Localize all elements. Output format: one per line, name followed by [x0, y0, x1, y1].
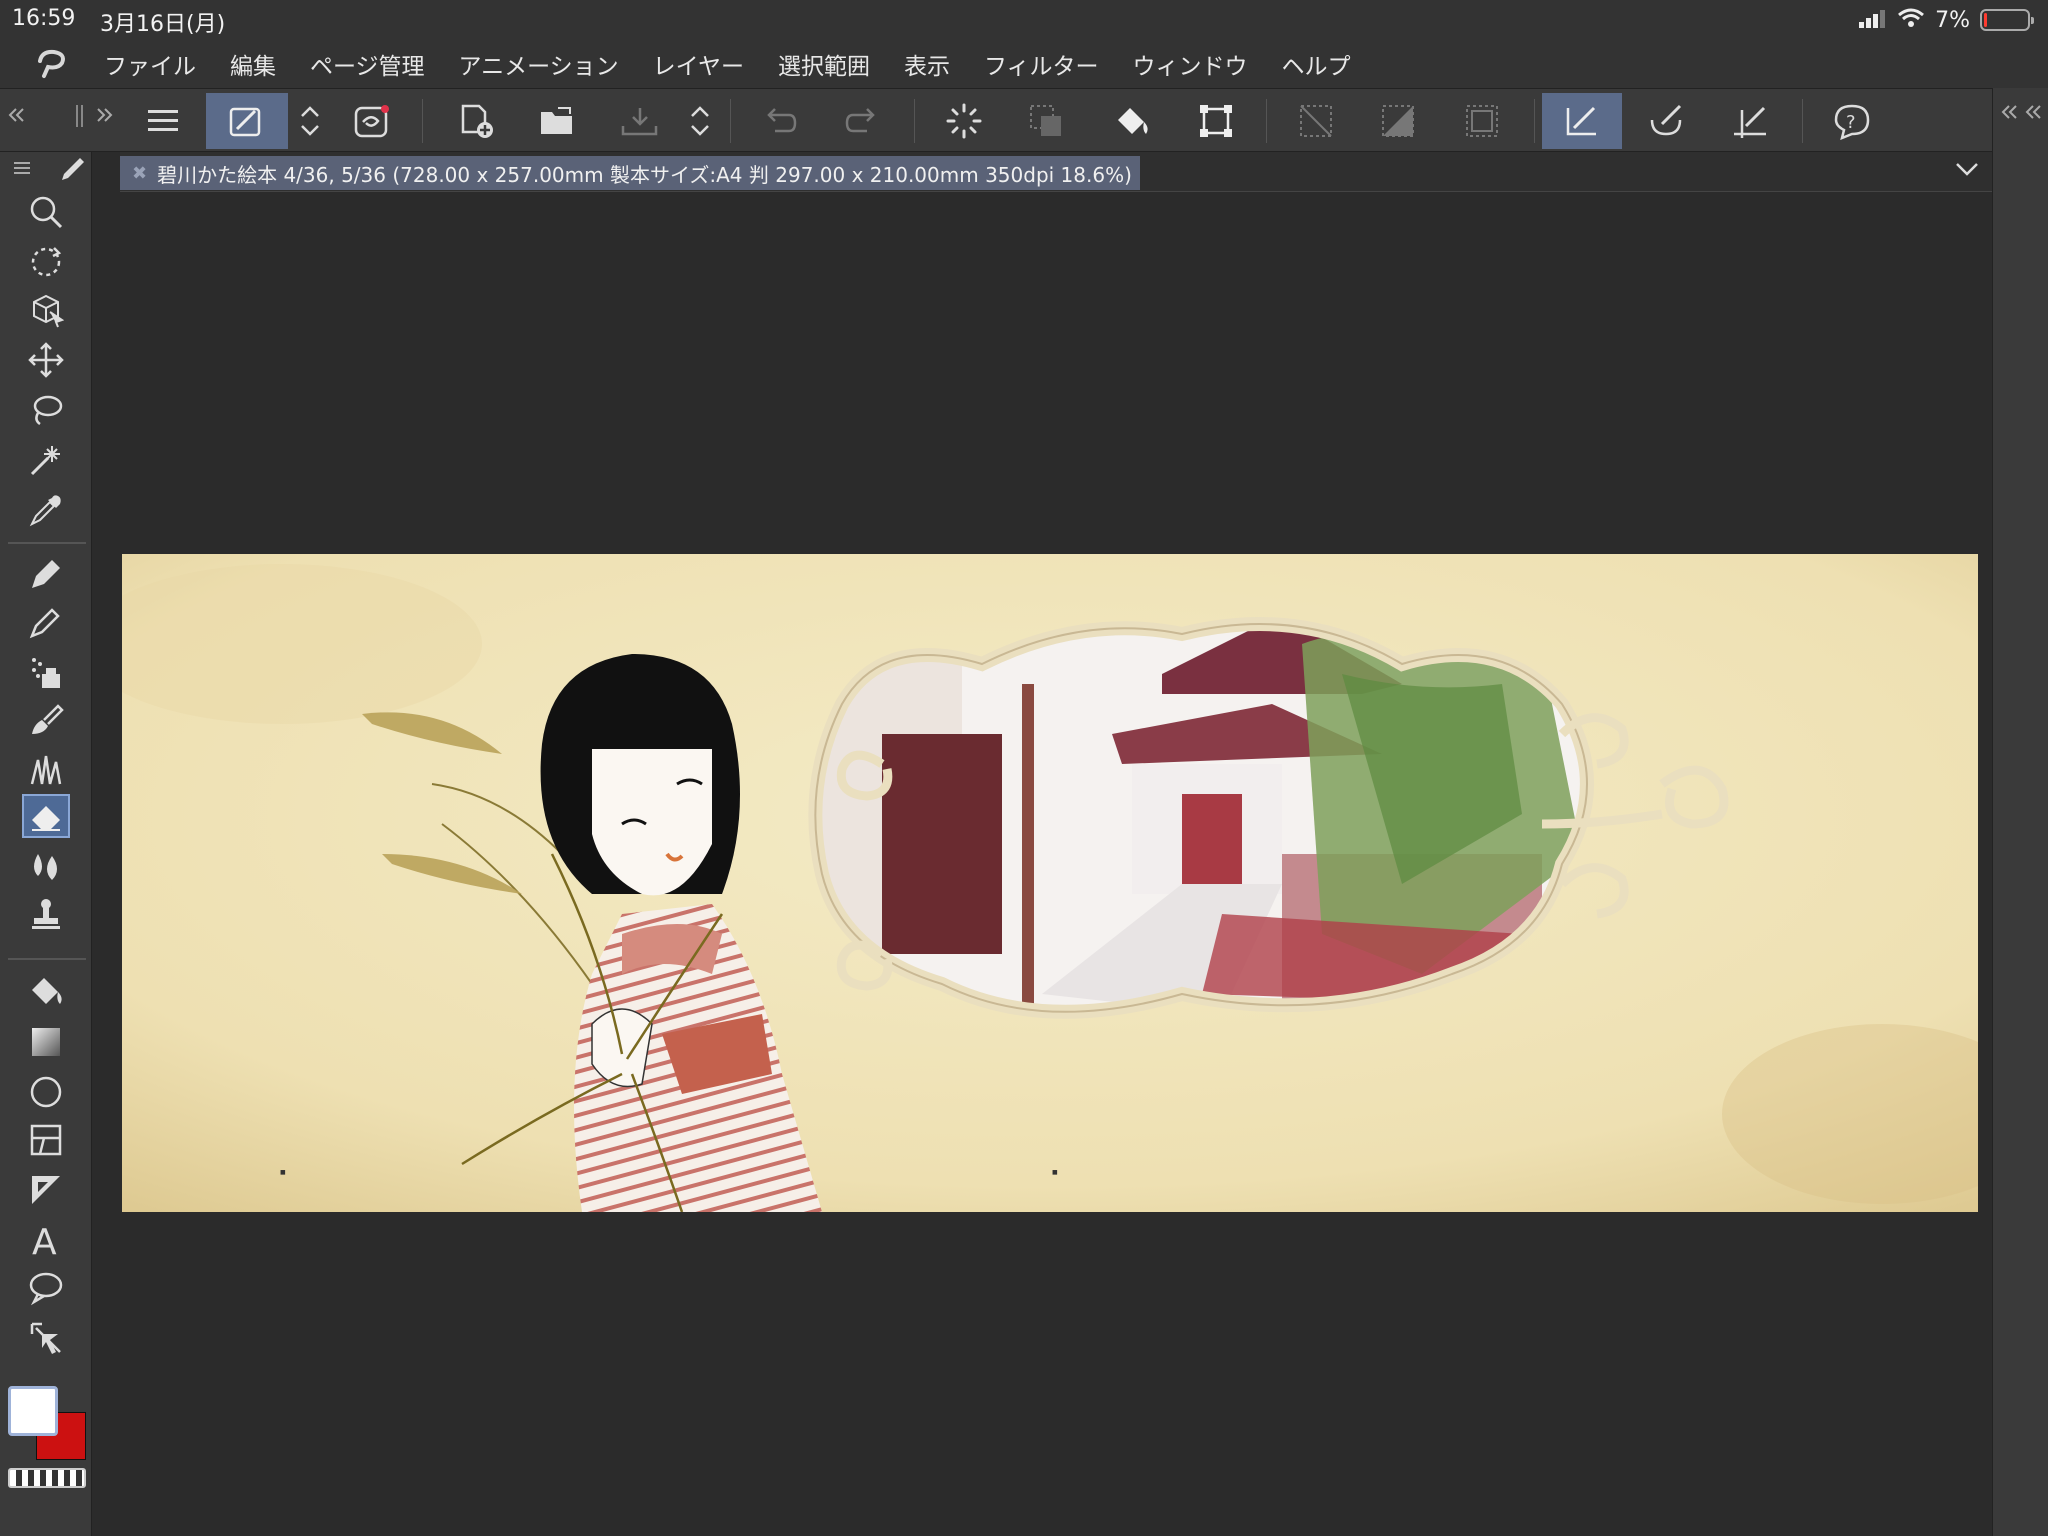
stamp-icon[interactable] [22, 892, 70, 936]
close-tab-icon[interactable]: ✖ [132, 163, 147, 184]
undo-button[interactable] [740, 93, 820, 149]
select-all-button[interactable] [1442, 93, 1522, 149]
updown-toggle-icon[interactable] [290, 93, 330, 149]
document-title: 碧川かた絵本 4/36, 5/36 (728.00 x 257.00mm 製本サ… [157, 162, 1132, 187]
status-indicators: 7% [1859, 6, 2034, 34]
separator [1802, 99, 1803, 143]
airbrush-icon[interactable] [22, 650, 70, 694]
menu-view[interactable]: 表示 [904, 47, 950, 81]
separator [8, 958, 86, 960]
fill-bucket-button[interactable] [1092, 93, 1172, 149]
redo-button[interactable] [822, 93, 902, 149]
blend-icon[interactable] [22, 844, 70, 888]
chevron-down-icon[interactable] [1954, 160, 1980, 182]
transparent-color-chip[interactable] [8, 1468, 86, 1488]
save-button[interactable] [600, 93, 680, 149]
palette-menu-icon[interactable] [14, 160, 32, 180]
new-file-button[interactable] [436, 93, 516, 149]
status-date: 3月16日(月) [100, 12, 226, 37]
menu-file[interactable]: ファイル [104, 47, 196, 81]
tool-palette: A [0, 152, 92, 1536]
updown-toggle-icon-2[interactable] [680, 93, 720, 149]
collapse-right-icon[interactable] [94, 103, 114, 131]
snap-to-special-ruler-button[interactable] [1626, 93, 1706, 149]
hamburger-menu-button[interactable] [124, 93, 204, 149]
status-time: 16:59 [12, 6, 76, 31]
open-file-button[interactable] [518, 93, 598, 149]
collapse-left-icon[interactable] [6, 103, 26, 131]
transform-button[interactable] [1176, 93, 1256, 149]
palette-pen-icon[interactable] [58, 154, 88, 188]
separator [730, 99, 731, 143]
invert-selection-button[interactable] [1358, 93, 1438, 149]
help-button[interactable]: ? [1812, 93, 1892, 149]
canvas-area[interactable]: ■ ■ [120, 192, 1992, 1536]
magic-wand-icon[interactable] [22, 438, 70, 482]
menu-animation[interactable]: アニメーション [459, 47, 619, 81]
ruler-icon[interactable] [22, 1168, 70, 1212]
separator [914, 99, 915, 143]
snap-to-grid-button[interactable] [1710, 93, 1790, 149]
colophon-left: ■ [280, 1169, 286, 1176]
svg-text:A: A [32, 1222, 57, 1258]
color-chips [6, 1384, 90, 1494]
battery-icon [1980, 9, 2034, 31]
separator [1534, 99, 1535, 143]
separator [1266, 99, 1267, 143]
main-color-chip[interactable] [8, 1386, 58, 1436]
menu-filter[interactable]: フィルター [984, 47, 1099, 81]
separator [422, 99, 423, 143]
balloon-icon[interactable] [22, 1266, 70, 1310]
eraser-icon[interactable] [22, 794, 70, 838]
svg-text:?: ? [1846, 112, 1856, 133]
grip-icon[interactable] [74, 103, 86, 133]
pen-icon[interactable] [22, 552, 70, 596]
menu-selection[interactable]: 選択範囲 [778, 47, 870, 81]
document-tab[interactable]: ✖ 碧川かた絵本 4/36, 5/36 (728.00 x 257.00mm 製… [120, 156, 1140, 190]
zoom-icon[interactable] [22, 190, 70, 234]
companion-mode-button[interactable] [332, 93, 412, 149]
decoration-icon[interactable] [22, 746, 70, 790]
gradient-icon[interactable] [22, 1020, 70, 1064]
separator [8, 542, 86, 544]
eyedropper-icon[interactable] [22, 488, 70, 532]
deselect-button[interactable] [1276, 93, 1356, 149]
operation-icon[interactable] [22, 1316, 70, 1360]
ellipse-icon[interactable] [22, 1070, 70, 1114]
expand-panel-icon[interactable] [1999, 100, 2043, 128]
3d-object-icon[interactable] [22, 288, 70, 332]
app-logo-icon[interactable] [0, 40, 104, 88]
lasso-icon[interactable] [22, 388, 70, 432]
menu-bar: ファイル 編集 ページ管理 アニメーション レイヤー 選択範囲 表示 フィルター… [0, 40, 2048, 88]
battery-percent: 7% [1935, 7, 1970, 33]
menu-window[interactable]: ウィンドウ [1133, 47, 1248, 81]
edge-keyboard-button[interactable] [206, 93, 288, 149]
signal-icon [1859, 8, 1887, 32]
fill-icon[interactable] [22, 970, 70, 1014]
colophon-right: ■ [1052, 1169, 1058, 1176]
menu-help[interactable]: ヘルプ [1282, 47, 1351, 81]
move-icon[interactable] [22, 338, 70, 382]
menu-layer[interactable]: レイヤー [653, 47, 744, 81]
ios-status-bar: 16:59 3月16日(月) 7% [0, 0, 2048, 40]
pencil-icon[interactable] [22, 600, 70, 644]
menu-page-management[interactable]: ページ管理 [310, 47, 425, 81]
rotate-icon[interactable] [22, 240, 70, 284]
right-dock-collapsed [1992, 88, 2048, 1536]
snap-to-ruler-button[interactable] [1542, 93, 1622, 149]
artwork-canvas[interactable]: ■ ■ [122, 554, 1978, 1212]
copy-selection-icon[interactable] [1006, 93, 1086, 149]
frame-icon[interactable] [22, 1118, 70, 1162]
menu-edit[interactable]: 編集 [230, 47, 276, 81]
document-tab-bar: ✖ 碧川かた絵本 4/36, 5/36 (728.00 x 257.00mm 製… [120, 152, 1992, 192]
battery-fill [1984, 13, 1988, 27]
wifi-icon [1897, 8, 1925, 32]
command-bar: ? [0, 88, 2048, 152]
text-icon[interactable]: A [22, 1218, 70, 1262]
brush-icon[interactable] [22, 698, 70, 742]
loading-spinner-icon[interactable] [924, 93, 1004, 149]
